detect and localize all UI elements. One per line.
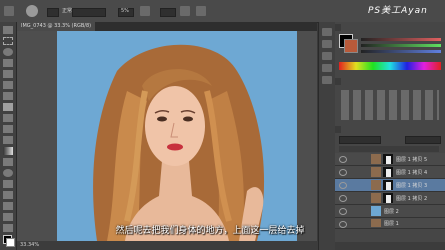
status-bar: 33.34% xyxy=(17,241,320,250)
watermark-text: PS美工Ayan xyxy=(368,6,428,16)
layer-thumbnail xyxy=(371,219,381,227)
document-canvas[interactable] xyxy=(57,31,297,241)
brush-panel-toggle[interactable] xyxy=(47,8,59,17)
pressure-size-icon[interactable] xyxy=(196,6,206,16)
visibility-eye-icon[interactable] xyxy=(339,182,347,189)
brush-presets-panel-icon[interactable] xyxy=(322,52,332,60)
layer-name: 图层 1 拷贝 2 xyxy=(396,196,428,202)
layer-row[interactable]: 图层 2 xyxy=(335,205,445,218)
tool-preset-icon[interactable] xyxy=(4,6,14,16)
brush-tool-icon[interactable] xyxy=(3,103,13,111)
path-select-tool-icon[interactable] xyxy=(3,202,13,210)
visibility-eye-icon[interactable] xyxy=(339,169,347,176)
actions-panel-icon[interactable] xyxy=(322,40,332,48)
video-subtitle: 然后呢去把我们身体的地方，上面这一层给去掉 xyxy=(115,226,305,236)
visibility-eye-icon[interactable] xyxy=(339,156,347,163)
gradient-tool-icon[interactable] xyxy=(3,147,13,155)
eraser-tool-icon[interactable] xyxy=(3,136,13,144)
history-panel-icon[interactable] xyxy=(322,28,332,36)
marquee-tool-icon[interactable] xyxy=(3,37,13,45)
color-ramp[interactable] xyxy=(339,62,441,70)
layer-thumbnail xyxy=(371,180,381,190)
eyedropper-tool-icon[interactable] xyxy=(3,81,13,89)
layer-name: 图层 1 拷贝 4 xyxy=(396,170,428,176)
color-panel-tab[interactable] xyxy=(335,24,341,31)
airbrush-icon[interactable] xyxy=(140,6,150,16)
layer-mask-thumbnail[interactable] xyxy=(383,167,393,177)
tools-panel xyxy=(0,22,17,250)
layers-footer-toolbar[interactable] xyxy=(335,242,445,250)
clone-stamp-tool-icon[interactable] xyxy=(3,114,13,122)
lock-options-row[interactable] xyxy=(339,146,439,152)
adjustments-panel-tab[interactable] xyxy=(335,78,341,85)
background-color-swatch[interactable] xyxy=(344,39,358,53)
layer-mask-thumbnail[interactable] xyxy=(383,154,393,164)
layer-mask-thumbnail[interactable] xyxy=(383,180,393,190)
hand-tool-icon[interactable] xyxy=(3,224,13,232)
layer-thumbnail xyxy=(371,167,381,177)
visibility-eye-icon[interactable] xyxy=(339,208,347,215)
zoom-value: 5% xyxy=(121,8,129,14)
document-tab[interactable]: IMG_0743 @ 33.3% (RGB/8) xyxy=(17,22,96,31)
pen-tool-icon[interactable] xyxy=(3,180,13,188)
panel-icon-strip xyxy=(318,22,336,250)
type-tool-icon[interactable] xyxy=(3,191,13,199)
layer-thumbnail xyxy=(371,206,381,216)
layer-row[interactable]: 图层 1 拷贝 5 xyxy=(335,153,445,166)
layer-row[interactable]: 图层 1 xyxy=(335,218,445,229)
paragraph-panel-icon[interactable] xyxy=(322,76,332,84)
opacity-dropdown[interactable] xyxy=(405,136,441,144)
layer-row-selected[interactable]: 图层 1 拷贝 3 xyxy=(335,179,445,192)
layer-name: 图层 1 拷贝 5 xyxy=(396,157,428,163)
pressure-opacity-icon[interactable] xyxy=(180,6,190,16)
quick-select-tool-icon[interactable] xyxy=(3,59,13,67)
crop-tool-icon[interactable] xyxy=(3,70,13,78)
history-brush-tool-icon[interactable] xyxy=(3,125,13,133)
lasso-tool-icon[interactable] xyxy=(3,48,13,56)
brush-preview-icon[interactable] xyxy=(26,5,38,17)
blend-mode-dropdown[interactable] xyxy=(339,136,381,144)
visibility-eye-icon[interactable] xyxy=(339,195,347,202)
layer-thumbnail xyxy=(371,193,381,203)
layer-row[interactable]: 图层 1 拷贝 2 xyxy=(335,192,445,205)
layer-row[interactable]: 图层 1 拷贝 4 xyxy=(335,166,445,179)
adjustment-icons-grid[interactable] xyxy=(341,90,439,120)
dodge-tool-icon[interactable] xyxy=(3,169,13,177)
layer-name: 图层 1 拷贝 3 xyxy=(396,183,428,189)
layer-thumbnail xyxy=(371,154,381,164)
layer-mask-thumbnail[interactable] xyxy=(383,193,393,203)
move-tool-icon[interactable] xyxy=(3,26,13,34)
mode-label: 正常 xyxy=(62,8,73,14)
healing-brush-tool-icon[interactable] xyxy=(3,92,13,100)
green-slider[interactable] xyxy=(361,44,441,47)
flow-field[interactable] xyxy=(160,8,176,17)
character-panel-icon[interactable] xyxy=(322,64,332,72)
layer-name: 图层 1 xyxy=(384,221,399,227)
red-slider[interactable] xyxy=(361,38,441,41)
shape-tool-icon[interactable] xyxy=(3,213,13,221)
layers-panel-tab[interactable] xyxy=(335,126,341,133)
status-zoom[interactable]: 33.34% xyxy=(20,242,39,248)
blur-tool-icon[interactable] xyxy=(3,158,13,166)
color-swatches-icon[interactable] xyxy=(3,235,15,247)
visibility-eye-icon[interactable] xyxy=(339,221,347,228)
layer-name: 图层 2 xyxy=(384,209,399,215)
blue-slider[interactable] xyxy=(361,50,441,53)
mode-dropdown[interactable] xyxy=(72,8,106,17)
portrait-photo xyxy=(93,44,265,241)
